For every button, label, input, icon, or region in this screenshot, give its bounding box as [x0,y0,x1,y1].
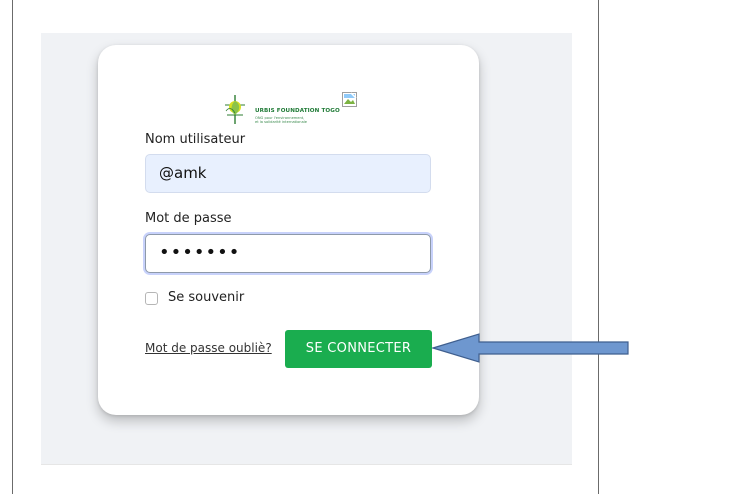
remember-checkbox[interactable] [145,292,158,305]
password-input[interactable]: ••••••• [145,234,431,273]
broken-image-icon [342,92,357,107]
urbis-logo: URBIS FOUNDATION TOGO ONG pour l'environ… [222,89,362,129]
logo-subtitle-line2: et la solidarité internationale [255,120,307,125]
logo-subtitle-line1: ONG pour l'environnement, [255,116,305,120]
remember-label[interactable]: Se souvenir [168,290,244,305]
forgot-password-link[interactable]: Mot de passe oubliè? [145,341,272,355]
footer-divider [41,464,572,465]
urbis-logo-mark-icon [225,95,245,124]
password-label: Mot de passe [145,211,232,226]
username-label: Nom utilisateur [145,132,246,147]
login-card: URBIS FOUNDATION TOGO ONG pour l'environ… [98,45,479,415]
logo-title: URBIS FOUNDATION TOGO [255,108,340,114]
username-input[interactable]: @amk [145,154,431,193]
logo-subtitle: ONG pour l'environnement, et la solidari… [255,116,307,125]
login-button[interactable]: SE CONNECTER [285,330,432,368]
annotation-arrow-icon [432,333,629,363]
